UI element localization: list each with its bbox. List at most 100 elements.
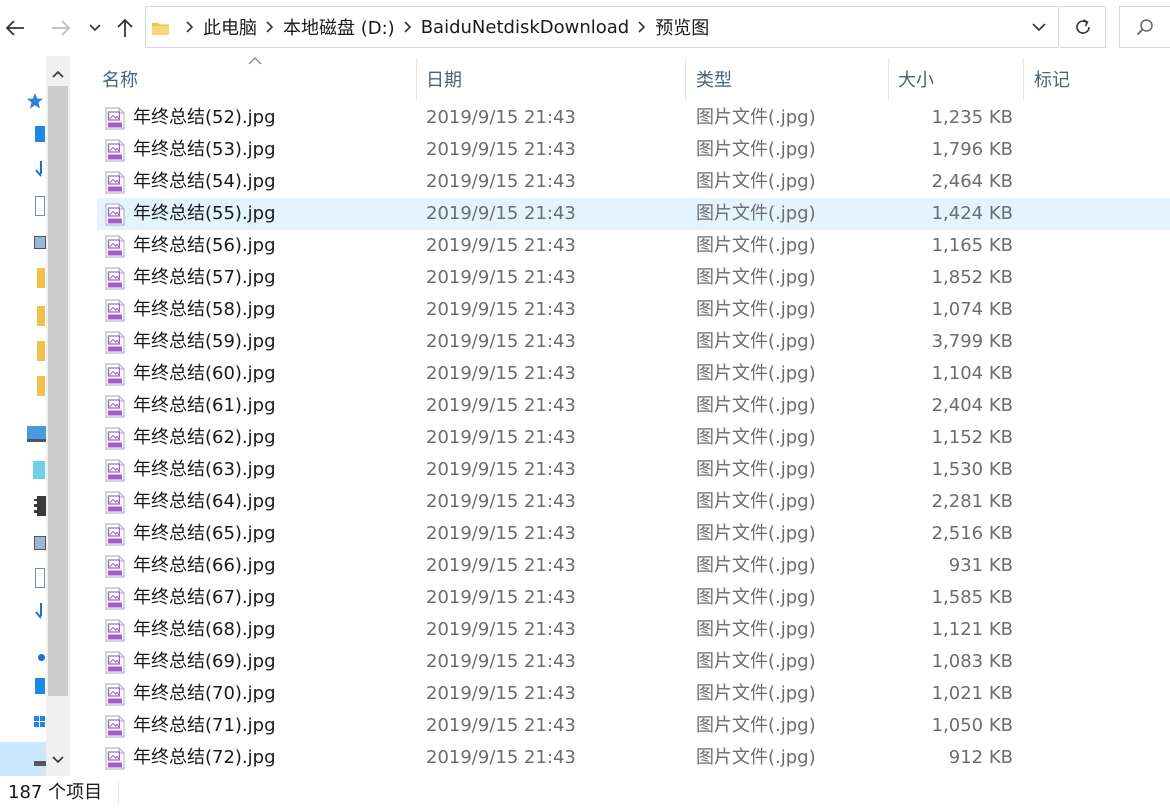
folder-icon[interactable] xyxy=(37,376,45,396)
local-disk-icon[interactable] xyxy=(34,761,46,766)
breadcrumb-chevron-icon[interactable] xyxy=(181,21,199,33)
file-date: 2019/9/15 21:43 xyxy=(426,555,576,576)
file-date: 2019/9/15 21:43 xyxy=(426,107,576,128)
file-size: 1,424 KB xyxy=(931,203,1013,224)
table-row[interactable]: 年终总结(71).jpg 2019/9/15 21:43 图片文件(.jpg) 1,0… xyxy=(97,710,1170,742)
breadcrumb-chevron-icon[interactable] xyxy=(633,21,651,33)
jpg-file-icon xyxy=(105,107,125,130)
recent-locations-button[interactable] xyxy=(84,12,106,44)
file-name: 年终总结(61).jpg xyxy=(133,395,276,416)
documents-icon[interactable] xyxy=(35,196,45,216)
table-row[interactable]: 年终总结(62).jpg 2019/9/15 21:43 图片文件(.jpg) 1,1… xyxy=(97,422,1170,454)
desktop-folder-icon[interactable] xyxy=(35,126,45,142)
file-size: 1,165 KB xyxy=(931,235,1013,256)
nav-selected-item[interactable] xyxy=(0,742,46,776)
table-row[interactable]: 年终总结(68).jpg 2019/9/15 21:43 图片文件(.jpg) 1,1… xyxy=(97,614,1170,646)
table-row[interactable]: 年终总结(63).jpg 2019/9/15 21:43 图片文件(.jpg) 1,5… xyxy=(97,454,1170,486)
up-button[interactable] xyxy=(112,12,138,44)
scroll-thumb[interactable] xyxy=(48,86,68,696)
table-row[interactable]: 年终总结(60).jpg 2019/9/15 21:43 图片文件(.jpg) 1,1… xyxy=(97,358,1170,390)
pictures-icon[interactable] xyxy=(34,536,46,550)
videos-film-icon[interactable] xyxy=(34,496,46,516)
item-count: 187 个项目 xyxy=(8,782,103,803)
back-button[interactable] xyxy=(0,12,30,44)
column-divider[interactable] xyxy=(685,58,686,100)
jpg-file-icon xyxy=(105,619,125,642)
documents-icon[interactable] xyxy=(35,568,45,588)
table-row[interactable]: 年终总结(70).jpg 2019/9/15 21:43 图片文件(.jpg) 1,0… xyxy=(97,678,1170,710)
file-size: 1,021 KB xyxy=(931,683,1013,704)
address-bar[interactable]: 此电脑 本地磁盘 (D:) BaiduNetdiskDownload 预览图 xyxy=(145,6,1059,48)
downloads-arrow-icon[interactable] xyxy=(35,602,45,620)
table-row[interactable]: 年终总结(55).jpg 2019/9/15 21:43 图片文件(.jpg) 1,4… xyxy=(97,198,1170,230)
file-date: 2019/9/15 21:43 xyxy=(426,395,576,416)
table-row[interactable]: 年终总结(61).jpg 2019/9/15 21:43 图片文件(.jpg) 2,4… xyxy=(97,390,1170,422)
column-divider[interactable] xyxy=(416,58,417,100)
folder-icon[interactable] xyxy=(37,268,45,288)
file-type: 图片文件(.jpg) xyxy=(696,427,816,448)
column-divider[interactable] xyxy=(888,58,889,100)
file-size: 3,799 KB xyxy=(931,331,1013,352)
scroll-down-button[interactable] xyxy=(46,746,70,774)
scroll-up-button[interactable] xyxy=(46,60,70,88)
arrow-up-icon xyxy=(117,18,133,37)
column-type[interactable]: 类型 xyxy=(688,56,888,102)
breadcrumb-chevron-icon[interactable] xyxy=(399,21,417,33)
nav-scrollbar[interactable] xyxy=(46,56,70,776)
breadcrumb-chevron-icon[interactable] xyxy=(261,21,279,33)
file-date: 2019/9/15 21:43 xyxy=(426,427,576,448)
breadcrumb-baidu-download[interactable]: BaiduNetdiskDownload xyxy=(421,17,630,38)
file-date: 2019/9/15 21:43 xyxy=(426,459,576,480)
table-row[interactable]: 年终总结(56).jpg 2019/9/15 21:43 图片文件(.jpg) 1,1… xyxy=(97,230,1170,262)
column-divider[interactable] xyxy=(1023,58,1024,100)
table-row[interactable]: 年终总结(72).jpg 2019/9/15 21:43 图片文件(.jpg) 912… xyxy=(97,742,1170,774)
column-date[interactable]: 日期 xyxy=(418,56,685,102)
search-box[interactable] xyxy=(1119,6,1170,48)
file-size: 1,585 KB xyxy=(931,587,1013,608)
file-size: 1,235 KB xyxy=(931,107,1013,128)
quick-access-star-icon[interactable] xyxy=(26,92,44,110)
forward-button[interactable] xyxy=(46,12,76,44)
file-date: 2019/9/15 21:43 xyxy=(426,651,576,672)
file-type: 图片文件(.jpg) xyxy=(696,267,816,288)
refresh-button[interactable] xyxy=(1060,6,1106,48)
pictures-icon[interactable] xyxy=(34,236,46,249)
file-type: 图片文件(.jpg) xyxy=(696,651,816,672)
jpg-file-icon xyxy=(105,299,125,322)
windows-drive-icon[interactable] xyxy=(34,716,45,728)
table-row[interactable]: 年终总结(65).jpg 2019/9/15 21:43 图片文件(.jpg) 2,5… xyxy=(97,518,1170,550)
music-icon[interactable] xyxy=(38,654,45,661)
column-name[interactable]: 名称 xyxy=(94,56,416,102)
address-history-dropdown[interactable] xyxy=(1026,7,1052,47)
file-type: 图片文件(.jpg) xyxy=(696,491,816,512)
table-row[interactable]: 年终总结(52).jpg 2019/9/15 21:43 图片文件(.jpg) 1,2… xyxy=(97,102,1170,134)
file-type: 图片文件(.jpg) xyxy=(696,587,816,608)
table-row[interactable]: 年终总结(67).jpg 2019/9/15 21:43 图片文件(.jpg) 1,5… xyxy=(97,582,1170,614)
table-row[interactable]: 年终总结(69).jpg 2019/9/15 21:43 图片文件(.jpg) 1,0… xyxy=(97,646,1170,678)
this-pc-monitor-icon[interactable] xyxy=(27,426,46,442)
table-row[interactable]: 年终总结(54).jpg 2019/9/15 21:43 图片文件(.jpg) 2,4… xyxy=(97,166,1170,198)
breadcrumb-local-disk[interactable]: 本地磁盘 (D:) xyxy=(283,14,395,40)
file-type: 图片文件(.jpg) xyxy=(696,299,816,320)
table-row[interactable]: 年终总结(53).jpg 2019/9/15 21:43 图片文件(.jpg) 1,7… xyxy=(97,134,1170,166)
table-row[interactable]: 年终总结(64).jpg 2019/9/15 21:43 图片文件(.jpg) 2,2… xyxy=(97,486,1170,518)
table-row[interactable]: 年终总结(59).jpg 2019/9/15 21:43 图片文件(.jpg) 3,7… xyxy=(97,326,1170,358)
table-row[interactable]: 年终总结(58).jpg 2019/9/15 21:43 图片文件(.jpg) 1,0… xyxy=(97,294,1170,326)
folder-icon[interactable] xyxy=(37,306,45,326)
file-name: 年终总结(54).jpg xyxy=(133,171,276,192)
desktop-folder-icon[interactable] xyxy=(35,678,45,694)
folder-icon[interactable] xyxy=(37,341,45,361)
column-size[interactable]: 大小 xyxy=(890,56,1023,102)
jpg-file-icon xyxy=(105,235,125,258)
3d-objects-icon[interactable] xyxy=(33,461,45,479)
file-name: 年终总结(56).jpg xyxy=(133,235,276,256)
file-name: 年终总结(62).jpg xyxy=(133,427,276,448)
column-tags[interactable]: 标记 xyxy=(1026,56,1166,102)
breadcrumb-preview[interactable]: 预览图 xyxy=(655,14,709,40)
downloads-arrow-icon[interactable] xyxy=(35,160,45,178)
file-date: 2019/9/15 21:43 xyxy=(426,267,576,288)
table-row[interactable]: 年终总结(57).jpg 2019/9/15 21:43 图片文件(.jpg) 1,8… xyxy=(97,262,1170,294)
breadcrumb-this-pc[interactable]: 此电脑 xyxy=(203,14,257,40)
table-row[interactable]: 年终总结(66).jpg 2019/9/15 21:43 图片文件(.jpg) 931… xyxy=(97,550,1170,582)
arrow-left-icon xyxy=(5,20,24,36)
